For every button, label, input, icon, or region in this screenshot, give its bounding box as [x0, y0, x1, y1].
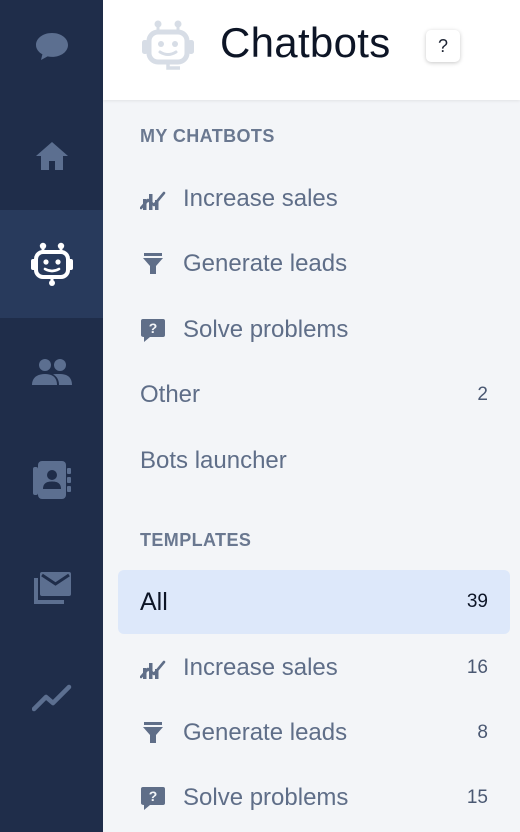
- sales-chart-icon: [140, 655, 166, 681]
- menu-item-label: Bots launcher: [140, 447, 287, 474]
- templates-item-generate-leads[interactable]: Generate leads 8: [118, 701, 510, 765]
- my-chatbots-item-other[interactable]: Other 2: [118, 363, 510, 427]
- chatbot-logo-icon: [142, 20, 194, 70]
- question-bubble-icon: ?: [140, 785, 166, 811]
- page-title: Chatbots: [220, 19, 391, 66]
- funnel-icon: [140, 720, 166, 746]
- menu-item-label: Increase sales: [183, 185, 338, 212]
- sales-chart-icon: [140, 186, 166, 212]
- menu-item-label: Generate leads: [183, 719, 348, 746]
- people-icon: [31, 359, 72, 385]
- menu-item-label: Solve problems: [183, 316, 349, 343]
- rail-item-analytics[interactable]: [0, 644, 103, 752]
- my-chatbots-item-solve-problems[interactable]: ? Solve problems: [118, 298, 510, 362]
- mail-stack-icon: [33, 572, 71, 604]
- my-chatbots-item-increase-sales[interactable]: Increase sales: [118, 167, 510, 231]
- my-chatbots-item-generate-leads[interactable]: Generate leads: [118, 232, 510, 296]
- menu-item-count: 15: [466, 787, 488, 808]
- menu-item-label: Other: [140, 381, 201, 408]
- templates-item-increase-sales[interactable]: Increase sales 16: [118, 636, 510, 700]
- rail-item-contacts[interactable]: [0, 426, 103, 534]
- chatbot-icon: [30, 242, 73, 286]
- templates-item-solve-problems[interactable]: ? Solve problems 15: [118, 766, 510, 830]
- home-icon: [35, 142, 68, 170]
- menu-item-count: 39: [466, 591, 488, 612]
- svg-text:?: ?: [149, 320, 158, 336]
- menu-item-count: 16: [466, 657, 488, 678]
- menu-item-label: All: [140, 587, 168, 616]
- rail-item-messages[interactable]: [0, 534, 103, 642]
- menu-item-label: Generate leads: [183, 250, 348, 277]
- templates-item-all[interactable]: All 39: [118, 570, 510, 634]
- panel-header: Chatbots ?: [103, 0, 520, 100]
- menu-item-label: Solve problems: [183, 784, 349, 811]
- question-bubble-icon: ?: [140, 317, 166, 343]
- chatbots-panel: Chatbots ? MY CHATBOTS Increase sales Ge…: [103, 0, 520, 832]
- svg-text:?: ?: [149, 788, 158, 804]
- rail-item-chat[interactable]: [0, 0, 103, 100]
- my-chatbots-item-bots-launcher[interactable]: Bots launcher: [118, 429, 510, 493]
- menu-item-label: Increase sales: [183, 654, 338, 681]
- contacts-book-icon: [32, 461, 71, 499]
- chat-bubble-icon: [35, 33, 68, 60]
- menu-item-count: 8: [477, 722, 488, 743]
- templates-section-title: TEMPLATES: [140, 530, 252, 550]
- trend-chart-icon: [31, 684, 71, 712]
- navigation-rail: [0, 0, 103, 832]
- help-button[interactable]: ?: [426, 30, 460, 62]
- funnel-icon: [140, 251, 166, 277]
- menu-item-count: 2: [477, 384, 488, 405]
- my-chatbots-section-title: MY CHATBOTS: [140, 126, 275, 146]
- rail-item-chatbots[interactable]: [0, 210, 103, 318]
- rail-item-people[interactable]: [0, 318, 103, 426]
- rail-item-home[interactable]: [0, 102, 103, 210]
